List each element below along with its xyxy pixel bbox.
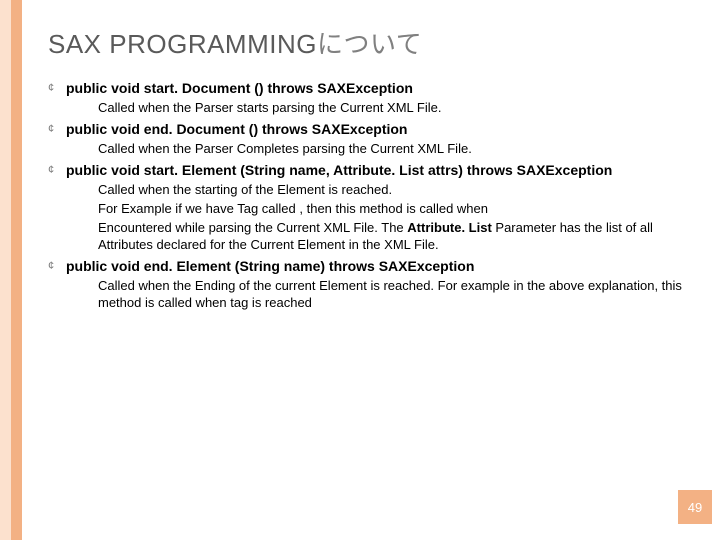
sublist: Called when the Parser Completes parsing… [78, 140, 684, 157]
content-area: SAX PROGRAMMINGについて ¢ public void start.… [22, 0, 720, 540]
heading-text: public void end. Element (String name) t… [66, 257, 474, 275]
list-item: Called when the starting of the Element … [78, 181, 684, 198]
slide: SAX PROGRAMMINGについて ¢ public void start.… [0, 0, 720, 540]
stripe-dark [11, 0, 22, 540]
list-item: ¢ public void start. Document () throws … [48, 79, 684, 116]
outline-list: ¢ public void start. Document () throws … [48, 79, 684, 311]
list-item: ¢ public void end. Element (String name)… [48, 257, 684, 311]
title-smallcaps: ROGRAMMING [127, 29, 317, 59]
heading-text: public void start. Element (String name,… [66, 161, 612, 179]
left-accent [0, 0, 22, 540]
stripe-light [0, 0, 11, 540]
heading-text: public void end. Document () throws SAXE… [66, 120, 407, 138]
heading-text: public void start. Document () throws SA… [66, 79, 413, 97]
sub-text: Called when the Parser starts parsing th… [98, 99, 441, 116]
list-item: ¢ public void end. Document () throws SA… [48, 120, 684, 157]
bullet-lvl1: ¢ [48, 161, 66, 179]
title-jp: について [317, 29, 422, 59]
sublist: Called when the starting of the Element … [78, 181, 684, 253]
list-item: Called when the Parser Completes parsing… [78, 140, 684, 157]
list-item: Called when the Ending of the current El… [78, 277, 684, 311]
sublist: Called when the Ending of the current El… [78, 277, 684, 311]
sub-text: Called when the starting of the Element … [98, 181, 392, 198]
bullet-lvl1: ¢ [48, 120, 66, 138]
slide-title: SAX PROGRAMMINGについて [48, 24, 684, 61]
sub-text: Encountered while parsing the Current XM… [98, 219, 684, 253]
bullet-lvl1: ¢ [48, 79, 66, 97]
sublist: Called when the Parser starts parsing th… [78, 99, 684, 116]
list-item: Encountered while parsing the Current XM… [78, 219, 684, 253]
bullet-lvl1: ¢ [48, 257, 66, 275]
sub-text: Called when the Parser Completes parsing… [98, 140, 472, 157]
list-item: Called when the Parser starts parsing th… [78, 99, 684, 116]
title-prefix: SAX P [48, 29, 127, 59]
list-item: ¢ public void start. Element (String nam… [48, 161, 684, 253]
sub-text: For Example if we have Tag called … , th… [98, 200, 488, 217]
list-item: For Example if we have Tag called … , th… [78, 200, 684, 217]
sub-text: Called when the Ending of the current El… [98, 277, 684, 311]
page-number: 49 [678, 490, 712, 524]
